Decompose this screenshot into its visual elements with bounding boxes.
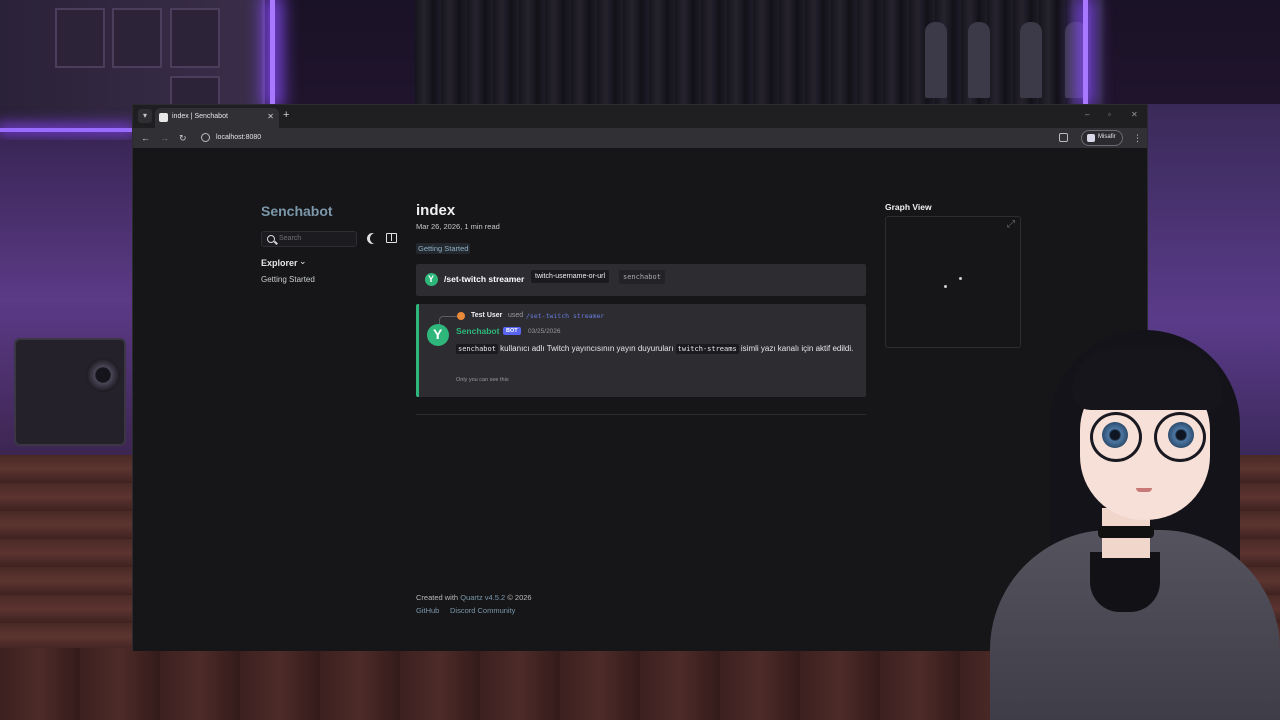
maximize-button[interactable]: ▫: [1108, 110, 1111, 119]
breadcrumb-tag[interactable]: Getting Started: [416, 243, 471, 254]
tab-active[interactable]: index | Senchabot ✕: [155, 108, 279, 128]
bot-avatar: [427, 324, 449, 346]
browser-toolbar: ← → ↻ localhost:8080 Misafir ⋮: [133, 128, 1147, 148]
figurine: [925, 22, 947, 98]
footer-link-github[interactable]: GitHub: [416, 606, 439, 615]
command-option: twitch-username-or-url: [531, 270, 610, 283]
search-icon: [267, 235, 275, 243]
graph-node[interactable]: [944, 285, 947, 288]
reload-icon[interactable]: ↻: [179, 132, 187, 144]
expand-graph-icon[interactable]: ⤢: [1007, 219, 1015, 230]
speaker-cone: [86, 358, 120, 392]
shelf-cell: [112, 8, 162, 68]
page-meta: Mar 26, 2026, 1 min read: [416, 222, 500, 231]
page-favicon-icon: [159, 113, 168, 122]
reply-used-text: used: [508, 312, 524, 319]
speaker: [14, 338, 126, 446]
message-text: kullanıcı adlı Twitch yayıncısının yayın…: [497, 344, 676, 353]
reply-command: /set-twitch streamer: [526, 312, 605, 320]
profile-label: Misafir: [1098, 134, 1116, 140]
site-info-icon[interactable]: [201, 133, 210, 142]
neon-light: [0, 128, 132, 132]
search-input[interactable]: Search: [261, 231, 357, 247]
reply-username: Test User: [471, 312, 503, 319]
curtain: [415, 0, 1105, 104]
dark-mode-toggle-icon[interactable]: [370, 233, 381, 244]
slash-command-preview: /set-twitch streamer twitch-username-or-…: [416, 264, 866, 296]
avatar-choker: [1098, 526, 1154, 538]
explorer-toggle[interactable]: Explorer: [261, 258, 298, 268]
bot-badge: BOT: [503, 327, 521, 335]
avatar-glasses: [1154, 412, 1206, 462]
reader-mode-icon[interactable]: [386, 233, 397, 243]
message-date: 03/25/2026: [528, 328, 561, 335]
message-body: senchabot kullanıcı adlı Twitch yayıncıs…: [456, 342, 856, 356]
search-placeholder: Search: [279, 235, 302, 242]
browser-menu-icon[interactable]: ⋮: [1133, 132, 1142, 144]
bot-message-card: Test User used /set-twitch streamer Senc…: [416, 304, 866, 397]
graph-view[interactable]: ⤢: [885, 216, 1021, 348]
quartz-link[interactable]: Quartz v4.5.2: [460, 593, 505, 602]
minimize-button[interactable]: –: [1085, 110, 1089, 119]
content-divider: [416, 414, 866, 415]
avatar-bangs: [1072, 348, 1222, 410]
figurine: [968, 22, 990, 98]
footer-year: © 2026: [505, 593, 532, 602]
url-text[interactable]: localhost:8080: [216, 134, 261, 141]
bot-name: Senchabot: [456, 326, 500, 336]
shelf-cell: [170, 8, 220, 68]
footer-created-text: Created with: [416, 593, 461, 602]
address-bar[interactable]: localhost:8080: [197, 131, 1057, 146]
figurine: [1020, 22, 1042, 98]
ephemeral-note: Only you can see this: [456, 377, 509, 383]
avatar-shirt: [1090, 552, 1160, 612]
page-title: index: [416, 202, 456, 219]
graph-view-title: Graph View: [885, 202, 932, 212]
shelf-cell: [55, 8, 105, 68]
tab-search-icon[interactable]: ▾: [138, 109, 152, 123]
profile-button[interactable]: Misafir: [1081, 130, 1123, 146]
command-value: senchabot: [619, 270, 665, 284]
message-text: isimli yazı kanalı için aktif edildi.: [738, 344, 854, 353]
vtuber-avatar: [990, 330, 1280, 720]
neon-light: [1083, 0, 1088, 104]
back-arrow-icon[interactable]: ←: [141, 132, 150, 144]
inline-code: senchabot: [456, 344, 498, 354]
senchabot-logo-icon: [425, 273, 438, 286]
footer-credit: Created with Quartz v4.5.2 © 2026: [416, 593, 532, 602]
forward-arrow-icon[interactable]: →: [160, 132, 169, 144]
new-tab-button[interactable]: +: [283, 109, 289, 121]
graph-node[interactable]: [959, 277, 962, 280]
tab-close-icon[interactable]: ✕: [267, 112, 274, 121]
inline-code: twitch-streams: [675, 344, 739, 354]
sidebar-item-getting-started[interactable]: Getting Started: [261, 275, 315, 284]
avatar-glasses: [1090, 412, 1142, 462]
translate-icon[interactable]: [1059, 133, 1068, 142]
tab-strip: ▾ index | Senchabot ✕ + – ▫ ✕: [133, 105, 1147, 128]
user-avatar: [457, 312, 465, 320]
command-name: /set-twitch streamer: [444, 274, 525, 284]
close-window-button[interactable]: ✕: [1131, 110, 1138, 119]
neon-light: [270, 0, 275, 104]
guest-profile-icon: [1087, 134, 1095, 142]
site-title[interactable]: Senchabot: [261, 203, 333, 219]
avatar-mouth: [1136, 488, 1152, 492]
tab-title: index | Senchabot: [172, 113, 228, 120]
chevron-down-icon[interactable]: ⌄: [299, 256, 307, 267]
footer-link-discord[interactable]: Discord Community: [450, 606, 515, 615]
